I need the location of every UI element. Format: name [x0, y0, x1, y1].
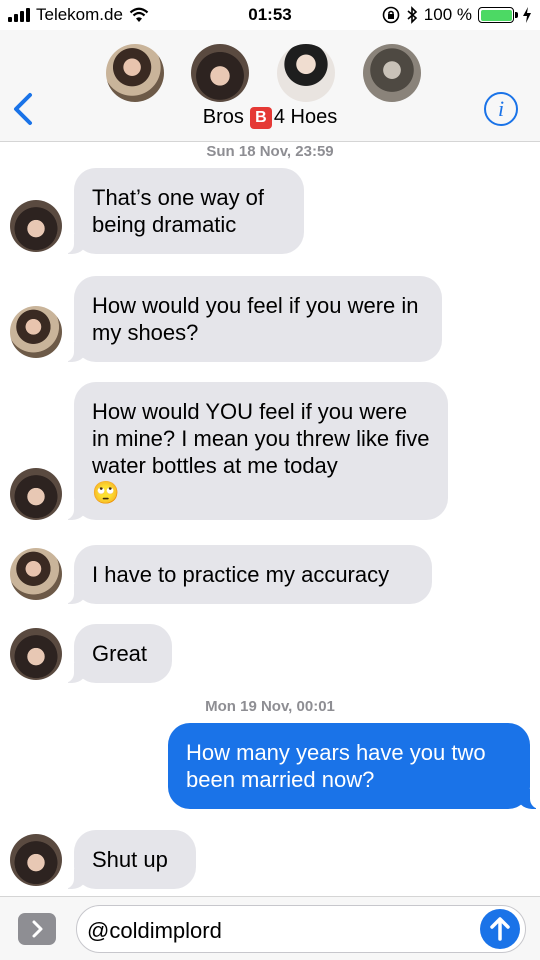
- message-text: That’s one way of being dramatic: [92, 185, 265, 237]
- expand-icon: [32, 920, 43, 938]
- message-text: How many years have you two been married…: [186, 740, 486, 792]
- message-bubble-outgoing[interactable]: How many years have you two been married…: [168, 723, 540, 809]
- conversation-header: Bros B 4 Hoes i: [0, 30, 540, 142]
- avatar[interactable]: [10, 200, 62, 252]
- avatar[interactable]: [10, 306, 62, 358]
- message-bubble[interactable]: That’s one way of being dramatic: [62, 168, 304, 254]
- message-text: Great: [92, 641, 148, 666]
- message-bubble[interactable]: How would YOU feel if you were in mine? …: [62, 382, 448, 520]
- message-text: How would you feel if you were in my sho…: [92, 293, 419, 345]
- info-icon[interactable]: i: [484, 92, 518, 126]
- lock-rotation-icon: [382, 6, 400, 24]
- info-label: i: [497, 96, 505, 121]
- avatar[interactable]: [10, 834, 62, 886]
- group-title-left: Bros: [202, 106, 244, 128]
- avatar[interactable]: [10, 548, 62, 600]
- send-arrow-icon: [490, 917, 510, 941]
- b-button-emoji: B: [249, 106, 272, 129]
- eye-roll-emoji: 🙄: [92, 480, 120, 505]
- message-text: How would YOU feel if you were in mine? …: [92, 399, 430, 478]
- message-text: Shut up: [92, 847, 168, 872]
- battery-icon: [478, 7, 518, 23]
- avatar[interactable]: [10, 468, 62, 520]
- status-right: 100 %: [382, 5, 532, 25]
- charging-icon: [523, 7, 531, 23]
- bluetooth-icon: [407, 6, 417, 24]
- group-title[interactable]: Bros B 4 Hoes: [0, 106, 540, 129]
- timestamp: Sun 18 Nov, 23:59: [206, 143, 334, 160]
- send-button[interactable]: [480, 909, 520, 949]
- message-text: I have to practice my accuracy: [92, 562, 390, 587]
- expand-button[interactable]: [18, 913, 56, 945]
- group-avatars[interactable]: [0, 44, 540, 104]
- avatar: [363, 44, 421, 102]
- message-composer: @coldimplord: [0, 896, 540, 960]
- group-title-right: 4 Hoes: [273, 106, 338, 128]
- message-bubble[interactable]: I have to practice my accuracy: [62, 545, 432, 604]
- message-bubble[interactable]: How would you feel if you were in my sho…: [62, 276, 442, 362]
- battery-percent: 100 %: [423, 5, 472, 24]
- message-input-value: @coldimplord: [87, 918, 222, 943]
- message-bubble[interactable]: Great: [62, 624, 172, 683]
- message-bubble[interactable]: Shut up: [62, 830, 196, 889]
- avatar: [106, 44, 164, 102]
- status-bar: Telekom.de 01:53 100 %: [0, 0, 540, 30]
- avatar[interactable]: [10, 628, 62, 680]
- avatar: [191, 44, 249, 102]
- avatar: [277, 44, 335, 102]
- message-input[interactable]: @coldimplord: [76, 905, 526, 953]
- timestamp: Mon 19 Nov, 00:01: [205, 698, 335, 715]
